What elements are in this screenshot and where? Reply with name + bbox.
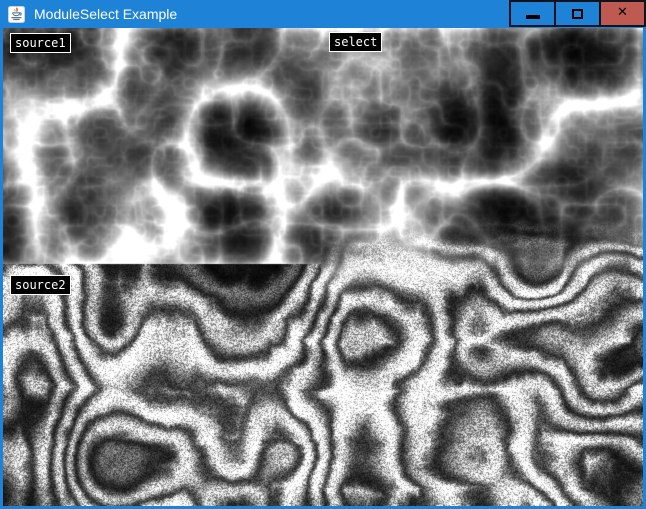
titlebar[interactable]: ModuleSelect Example ✕ [0, 0, 646, 28]
app-window: ModuleSelect Example ✕ source1 select so… [0, 0, 646, 509]
label-select: select [329, 32, 382, 52]
close-button[interactable]: ✕ [599, 0, 646, 27]
render-area: source1 select source2 [3, 28, 643, 506]
maximize-icon [572, 9, 583, 19]
window-controls: ✕ [511, 0, 646, 27]
label-source2: source2 [10, 275, 71, 295]
java-coffee-icon [8, 6, 25, 23]
maximize-button[interactable] [554, 0, 601, 27]
minimize-icon [526, 15, 540, 19]
minimize-button[interactable] [509, 0, 556, 27]
close-icon: ✕ [617, 6, 628, 19]
noise-render-canvas [3, 28, 643, 506]
label-source1: source1 [10, 33, 71, 53]
window-title: ModuleSelect Example [34, 6, 177, 22]
